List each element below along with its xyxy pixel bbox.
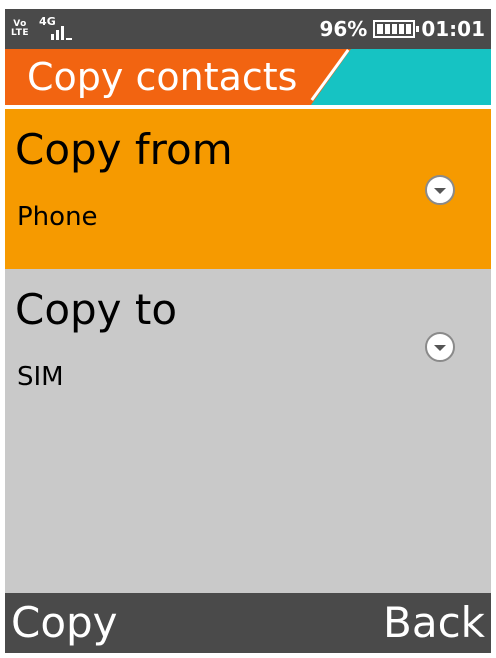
chevron-down-icon[interactable] [425,175,455,205]
softkey-bar: Copy Back [5,593,491,653]
battery-percent: 96% [319,17,368,41]
signal-bar-empty [66,38,73,40]
signal-bar [56,30,60,40]
signal-bar [51,34,55,40]
signal-icon: 4G [39,16,85,42]
signal-bar [61,26,65,40]
phone-screen: Vo LTE 4G 96% 01:01 Copy contacts Copy f… [5,9,491,653]
signal-bars [51,26,73,40]
battery-cell [398,24,405,34]
copy-softkey[interactable]: Copy [11,597,118,649]
status-bar: Vo LTE 4G 96% 01:01 [5,9,491,49]
copy-to-item[interactable]: Copy to SIM [5,269,491,429]
status-left-group: Vo LTE 4G [11,15,85,43]
volte-icon: Vo LTE [11,20,29,38]
battery-cell [377,24,383,34]
battery-cell [391,24,397,34]
battery-cell [406,24,412,34]
battery-cell [384,24,390,34]
copy-from-label: Copy from [15,125,233,174]
clock: 01:01 [421,17,485,41]
copy-to-value: SIM [17,362,64,392]
battery-icon [373,20,420,38]
chevron-down-glyph [434,345,446,351]
chevron-down-glyph [434,188,446,194]
status-right-group: 96% 01:01 [319,13,485,45]
title-bar: Copy contacts [5,49,491,105]
back-softkey[interactable]: Back [383,597,485,649]
copy-to-label: Copy to [15,285,178,334]
chevron-down-icon[interactable] [425,332,455,362]
page-title: Copy contacts [27,55,298,99]
copy-from-item[interactable]: Copy from Phone [5,109,491,269]
copy-from-value: Phone [17,202,98,232]
volte-label-bottom: LTE [11,28,30,38]
title-tab-edge [311,49,351,105]
